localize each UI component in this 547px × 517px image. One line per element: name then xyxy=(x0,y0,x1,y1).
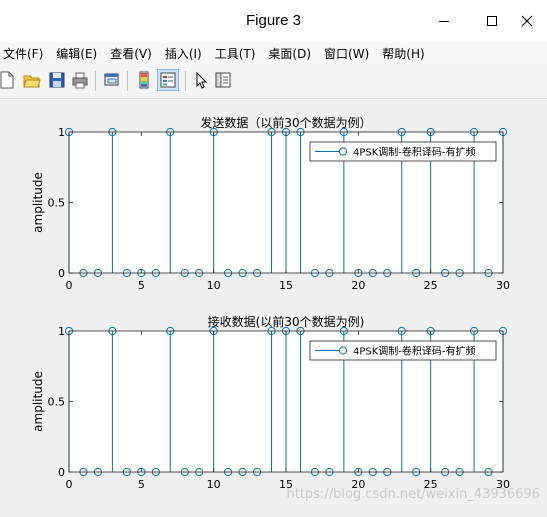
link-plot-icon xyxy=(104,73,119,86)
x-tick-label: 0 xyxy=(66,279,73,292)
new-figure-icon xyxy=(0,71,14,89)
toolbar-separator xyxy=(95,71,96,91)
y-tick-label: 0 xyxy=(58,267,65,280)
y-axis-label: amplitude xyxy=(31,371,45,432)
insert-colorbar-button[interactable] xyxy=(134,70,154,90)
y-tick-label: 0.5 xyxy=(48,396,66,409)
figure-plots: 发送数据（以前30个数据为例）amplitude0 5 10 15 20 25 3000.5… xyxy=(31,115,540,502)
x-tick-label: 20 xyxy=(351,279,365,292)
insert-legend-button[interactable] xyxy=(157,69,179,91)
x-tick-label: 25 xyxy=(424,279,438,292)
watermark-text: https://blog.csdn.net/weixin_43936696 xyxy=(286,487,540,502)
link-plot-button[interactable] xyxy=(102,70,122,90)
print-button[interactable] xyxy=(70,70,90,90)
pointer-button[interactable] xyxy=(191,70,211,90)
open-file-button[interactable] xyxy=(22,70,42,90)
chart-title: 接收数据(以前30个数据为例) xyxy=(208,314,365,329)
x-tick-label: 10 xyxy=(207,279,221,292)
y-tick-label: 0.5 xyxy=(48,197,66,210)
y-tick-label: 0 xyxy=(58,466,65,479)
x-tick-label: 5 xyxy=(138,279,145,292)
legend-label: 4PSK调制-卷积译码-有扩频 xyxy=(353,345,476,358)
insert-legend-icon xyxy=(160,72,176,88)
minimize-button[interactable] xyxy=(424,8,464,34)
print-icon xyxy=(72,72,88,89)
toolbar-separator xyxy=(127,71,128,91)
x-tick-label: 0 xyxy=(66,478,73,491)
x-tick-label: 5 xyxy=(138,478,145,491)
property-editor-button[interactable] xyxy=(213,70,233,90)
window-title: Figure 3 xyxy=(245,12,302,29)
menu-insert[interactable]: 插入(I) xyxy=(161,45,211,62)
menu-help[interactable]: 帮助(H) xyxy=(378,45,433,62)
legend-marker xyxy=(338,346,348,355)
legend-label: 4PSK调制-卷积译码-有扩频 xyxy=(353,146,476,159)
save-button[interactable] xyxy=(47,70,67,90)
close-button[interactable] xyxy=(507,8,547,34)
axes-received: 接收数据(以前30个数据为例)amplitude0 5 10 15 20 25 3000.5… xyxy=(31,314,510,491)
menu-window[interactable]: 窗口(W) xyxy=(320,45,378,62)
y-axis-label: amplitude xyxy=(31,172,45,233)
menu-edit[interactable]: 编辑(E) xyxy=(52,45,106,62)
figure-canvas: 发送数据（以前30个数据为例） amplitude 0 5 10 15 20 25 30 0 0.5… xyxy=(0,99,547,513)
chart-title: 发送数据（以前30个数据为例） xyxy=(200,115,371,130)
x-tick-label: 30 xyxy=(496,279,510,292)
minimize-icon xyxy=(439,21,449,22)
maximize-icon xyxy=(487,16,497,26)
menu-file[interactable]: 文件(F) xyxy=(0,45,52,62)
pointer-icon xyxy=(196,71,208,89)
save-icon xyxy=(49,72,65,88)
toolbar xyxy=(0,64,547,99)
axes-transmitted: 发送数据（以前30个数据为例） amplitude 0 5 10 15 20 25 30 0 0.5… xyxy=(31,115,510,292)
menu-tools[interactable]: 工具(T) xyxy=(211,45,265,62)
menu-view[interactable]: 查看(V) xyxy=(106,45,161,62)
menu-bar: 文件(F) 编辑(E) 查看(V) 插入(I) 工具(T) 桌面(D) 窗口(W… xyxy=(0,42,547,64)
maximize-button[interactable] xyxy=(472,8,512,34)
title-bar: Figure 3 xyxy=(0,0,547,42)
close-icon xyxy=(521,15,533,27)
new-figure-button[interactable] xyxy=(0,70,17,90)
legend-marker xyxy=(338,147,348,156)
x-tick-label: 15 xyxy=(279,279,293,292)
y-tick-label: 1 xyxy=(58,126,65,139)
toolbar-separator xyxy=(185,71,186,91)
y-tick-label: 1 xyxy=(58,325,65,338)
open-file-icon xyxy=(23,75,41,88)
menu-desktop[interactable]: 桌面(D) xyxy=(264,45,320,62)
property-editor-icon xyxy=(215,72,231,88)
x-tick-label: 10 xyxy=(207,478,221,491)
insert-colorbar-icon xyxy=(139,71,149,89)
